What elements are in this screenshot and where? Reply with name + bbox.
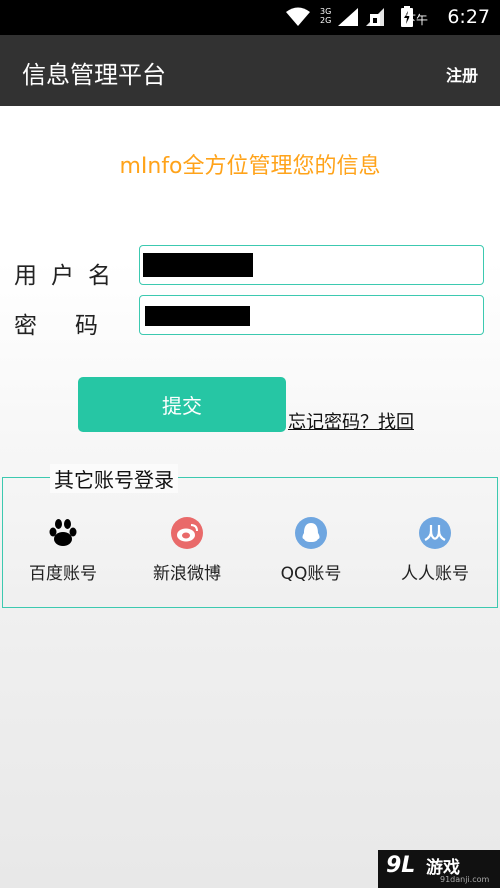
network-type: 3G 2G xyxy=(320,7,332,25)
password-input[interactable] xyxy=(139,295,484,335)
baidu-paw-icon xyxy=(49,519,77,546)
username-label: 用户名 xyxy=(14,263,125,289)
username-input[interactable] xyxy=(139,245,484,285)
renren-icon xyxy=(419,517,451,549)
forgot-password-link[interactable]: 忘记密码？找回 xyxy=(288,408,414,434)
signal-icon xyxy=(338,8,358,26)
password-label: 密码 xyxy=(14,313,136,339)
renren-login[interactable]: 人人账号 xyxy=(375,517,495,584)
watermark-logo: 9L xyxy=(386,853,416,878)
register-button[interactable]: 注册 xyxy=(446,62,478,86)
slogan-text: mInfo全方位管理您的信息 xyxy=(119,154,381,179)
other-accounts-title: 其它账号登录 xyxy=(50,464,178,493)
qq-login-label: QQ账号 xyxy=(280,564,342,584)
status-ampm: 下午 xyxy=(403,13,428,27)
qq-penguin-icon xyxy=(295,517,327,549)
submit-button[interactable]: 提交 xyxy=(78,377,286,432)
weibo-login-label: 新浪微博 xyxy=(153,564,221,584)
sim-icon xyxy=(366,8,384,26)
weibo-login[interactable]: 新浪微博 xyxy=(127,517,247,584)
watermark: 9L 游戏 91danji.com xyxy=(378,850,500,888)
app-bar: 信息管理平台 注册 xyxy=(0,35,500,106)
status-time: 6:27 xyxy=(447,6,490,28)
watermark-sub: 91danji.com xyxy=(440,875,490,884)
renren-login-label: 人人账号 xyxy=(401,564,469,584)
qq-login[interactable]: QQ账号 xyxy=(251,517,371,584)
weibo-icon xyxy=(171,517,203,549)
password-redaction xyxy=(145,306,250,326)
page-title: 信息管理平台 xyxy=(22,61,166,89)
baidu-login[interactable]: 百度账号 xyxy=(3,517,123,584)
baidu-login-label: 百度账号 xyxy=(29,564,97,584)
status-bar: 3G 2G 下午 6:27 xyxy=(0,0,500,35)
wifi-icon xyxy=(286,7,310,26)
username-redaction xyxy=(143,253,253,277)
